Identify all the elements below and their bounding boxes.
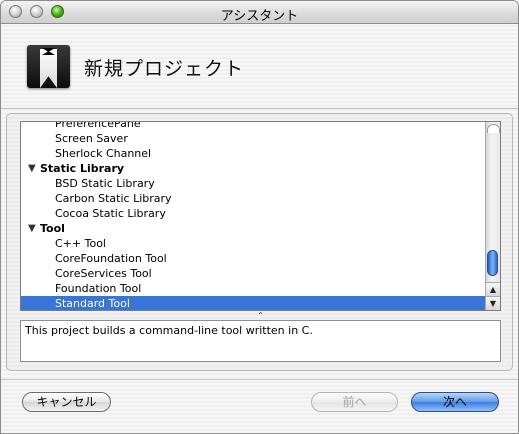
footer-divider: [1, 379, 518, 380]
scroll-down-arrow-icon[interactable]: ▼: [486, 296, 500, 310]
list-item[interactable]: Foundation Tool: [21, 281, 487, 296]
next-button[interactable]: 次へ: [411, 392, 499, 412]
description-text: This project builds a command-line tool …: [25, 324, 313, 337]
list-item-label: CoreFoundation Tool: [55, 252, 167, 265]
list-item[interactable]: BSD Static Library: [21, 176, 487, 191]
scroll-up-arrow-icon[interactable]: ▲: [486, 282, 500, 297]
header-divider: [1, 108, 518, 109]
list-item[interactable]: CoreServices Tool: [21, 266, 487, 281]
list-item[interactable]: PreferencePane: [21, 121, 487, 131]
list-group-row[interactable]: ▼ Static Library: [21, 161, 487, 176]
list-item-label: Cocoa Static Library: [55, 207, 166, 220]
template-list-body: PreferencePane Screen Saver Sherlock Chann…: [21, 121, 487, 310]
list-group-row[interactable]: ▼ Tool: [21, 221, 487, 236]
list-item-label: PreferencePane: [55, 121, 141, 130]
previous-button[interactable]: 前へ: [311, 392, 398, 412]
list-item[interactable]: Standard Tool: [21, 296, 487, 310]
list-item-label: BSD Static Library: [55, 177, 155, 190]
list-item-label: Screen Saver: [55, 132, 128, 145]
list-item[interactable]: Cocoa Static Library: [21, 206, 487, 221]
cancel-button[interactable]: キャンセル: [22, 392, 111, 412]
page-title: 新規プロジェクト: [84, 58, 245, 80]
description-box: This project builds a command-line tool …: [20, 320, 501, 362]
title-bar[interactable]: アシスタント: [1, 1, 518, 24]
assistant-window: アシスタント 新規プロジェクト PreferencePane Screen Sav…: [0, 0, 519, 434]
splitter-handle-icon[interactable]: ⌃: [20, 311, 501, 320]
list-item-label: Sherlock Channel: [55, 147, 152, 160]
list-item[interactable]: Screen Saver: [21, 131, 487, 146]
scrollbar-track-cap: [487, 124, 500, 133]
list-item-label: Foundation Tool: [55, 282, 142, 295]
list-item[interactable]: CoreFoundation Tool: [21, 251, 487, 266]
list-item-label: Standard Tool: [55, 297, 130, 310]
scrollbar-thumb[interactable]: [487, 250, 498, 276]
disclosure-triangle-icon[interactable]: ▼: [28, 161, 36, 176]
list-item[interactable]: Sherlock Channel: [21, 146, 487, 161]
list-item[interactable]: Carbon Static Library: [21, 191, 487, 206]
template-list[interactable]: PreferencePane Screen Saver Sherlock Chann…: [20, 121, 501, 311]
list-item-label: Static Library: [40, 162, 125, 175]
vertical-scrollbar[interactable]: ▲ ▼: [485, 122, 500, 310]
list-item-label: CoreServices Tool: [55, 267, 152, 280]
disclosure-triangle-icon[interactable]: ▼: [28, 221, 36, 236]
window-title: アシスタント: [220, 9, 299, 24]
list-item[interactable]: C++ Tool: [21, 236, 487, 251]
list-item-label: C++ Tool: [55, 237, 106, 250]
tuxedo-app-icon: [27, 45, 70, 88]
list-item-label: Carbon Static Library: [55, 192, 172, 205]
